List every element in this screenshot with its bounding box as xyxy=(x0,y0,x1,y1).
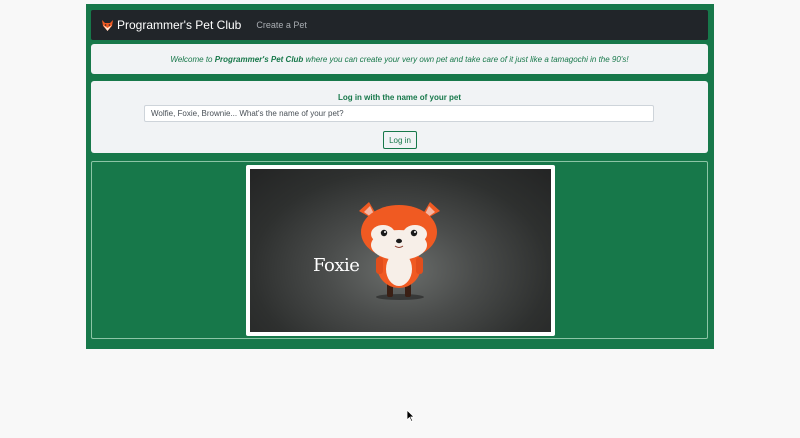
app-container: Programmer's Pet Club Create a Pet Welco… xyxy=(86,4,714,349)
mouse-cursor-icon xyxy=(407,410,415,422)
fox-illustration xyxy=(359,202,440,300)
login-panel: Log in with the name of your pet Log in xyxy=(91,81,708,153)
brand-label: Programmer's Pet Club xyxy=(117,18,242,32)
navbar: Programmer's Pet Club Create a Pet xyxy=(91,10,708,40)
login-title: Log in with the name of your pet xyxy=(337,93,462,102)
welcome-banner: Welcome to Programmer's Pet Club where y… xyxy=(91,44,708,74)
pet-image: Foxie xyxy=(250,169,551,332)
welcome-text: Welcome to Programmer's Pet Club where y… xyxy=(170,54,629,64)
club-name: Programmer's Pet Club xyxy=(214,54,304,64)
pet-card: Foxie xyxy=(246,165,555,336)
login-button[interactable]: Log in xyxy=(383,131,417,149)
brand-link[interactable]: Programmer's Pet Club xyxy=(101,18,241,32)
pet-name-input[interactable] xyxy=(144,105,654,122)
pet-name-label: Foxie xyxy=(313,255,360,276)
fox-icon xyxy=(101,19,114,32)
pet-gallery: Foxie xyxy=(91,161,708,339)
nav-link-create-pet[interactable]: Create a Pet xyxy=(256,20,307,30)
